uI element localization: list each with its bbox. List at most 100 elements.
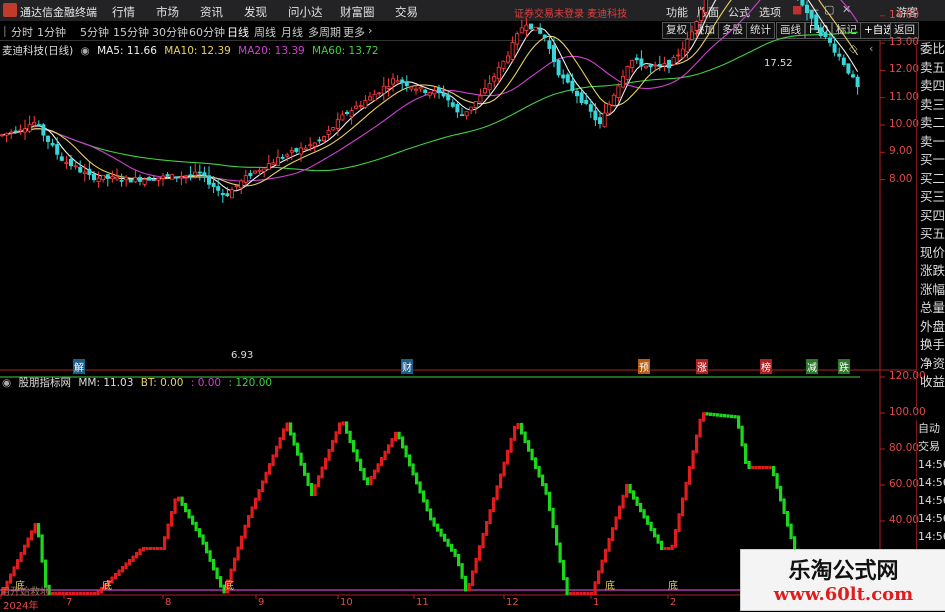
- quote-panel-item[interactable]: 委比: [917, 40, 945, 59]
- tick-panel-item: 14:56: [918, 458, 945, 471]
- indicator-step: [285, 422, 289, 432]
- tab-weekly[interactable]: 周线: [254, 24, 276, 40]
- candle-body: [151, 179, 156, 181]
- quote-panel-item[interactable]: 卖五: [917, 59, 945, 78]
- fuquan-button[interactable]: 复权: [662, 22, 691, 39]
- window-indicator-icon[interactable]: ■: [792, 3, 802, 16]
- event-marker-zhang[interactable]: 涨: [696, 359, 708, 374]
- indicator-step: [544, 483, 548, 495]
- event-marker-jian[interactable]: 减: [806, 359, 818, 374]
- candle-body: [193, 171, 198, 176]
- quote-panel-item[interactable]: 换手: [917, 336, 945, 355]
- event-marker-die[interactable]: 跌: [838, 359, 850, 374]
- period-toolbar: | 分时 1分钟 5分钟 15分钟 30分钟 60分钟 日线 周线 月线 多周期…: [0, 21, 945, 41]
- diejia-button[interactable]: 叠加: [690, 22, 719, 39]
- tongji-button[interactable]: 统计: [746, 22, 775, 39]
- candle-body: [308, 144, 313, 147]
- tab-60min[interactable]: 60分钟: [189, 24, 225, 40]
- login-notice[interactable]: 证券交易未登录 麦迪科技: [514, 5, 627, 20]
- candle-body: [653, 64, 658, 67]
- menu-caifuquan[interactable]: 财富圈: [340, 4, 375, 20]
- ma5-label: MA5: 11.66: [97, 45, 157, 57]
- close-icon[interactable]: ✕: [842, 3, 851, 16]
- quote-panel-item[interactable]: 买五: [917, 225, 945, 244]
- menu-hangqing[interactable]: 行情: [112, 4, 135, 20]
- candle-body: [464, 111, 469, 117]
- indicator-step: [782, 498, 786, 514]
- event-marker-cai[interactable]: 财: [401, 359, 413, 374]
- quote-panel-item[interactable]: 外盘: [917, 318, 945, 337]
- indicator-step: [383, 450, 387, 460]
- quote-panel-item[interactable]: 净资: [917, 355, 945, 374]
- more-arrow-icon[interactable]: ›: [368, 24, 372, 37]
- menu-xuanxiang[interactable]: 选项: [759, 4, 781, 20]
- quote-panel-item[interactable]: 现价: [917, 244, 945, 263]
- indicator-toggle-icon[interactable]: ◉: [2, 377, 11, 389]
- menu-banmian[interactable]: 版面: [697, 4, 719, 20]
- candle-body: [455, 104, 460, 113]
- candle-body: [556, 59, 561, 76]
- candle-body: [13, 130, 18, 133]
- collapse-icon[interactable]: ‹: [869, 42, 873, 55]
- quote-panel-item[interactable]: 买一: [917, 151, 945, 170]
- menu-zixun[interactable]: 资讯: [200, 4, 223, 20]
- quote-panel-item[interactable]: 买四: [917, 207, 945, 226]
- candle-body: [119, 179, 124, 182]
- menu-gongshi[interactable]: 公式: [728, 4, 750, 20]
- quote-panel-item[interactable]: 涨幅: [917, 281, 945, 300]
- tab-monthly[interactable]: 月线: [281, 24, 303, 40]
- f10-button[interactable]: F10: [805, 22, 833, 39]
- tab-more[interactable]: 更多: [343, 24, 365, 40]
- event-marker-jie[interactable]: 解: [73, 359, 85, 374]
- tab-multi-period[interactable]: 多周期: [308, 24, 341, 40]
- quote-panel-item[interactable]: 总量: [917, 299, 945, 318]
- candle-body: [211, 182, 216, 188]
- menu-gongneng[interactable]: 功能: [666, 4, 688, 20]
- indicator-step: [156, 547, 160, 550]
- minimize-icon[interactable]: —: [808, 3, 819, 16]
- quote-panel-item[interactable]: 收益: [917, 373, 945, 392]
- event-marker-yu[interactable]: 预: [638, 359, 650, 374]
- menu-wenxiaoda[interactable]: 问小达: [288, 4, 323, 20]
- menu-shichang[interactable]: 市场: [156, 4, 179, 20]
- stock-name[interactable]: 麦迪科技(日线): [2, 45, 73, 57]
- menu-faxian[interactable]: 发现: [244, 4, 267, 20]
- quote-panel-item[interactable]: 买二: [917, 170, 945, 189]
- quote-panel-item[interactable]: 卖三: [917, 96, 945, 115]
- quote-panel-item[interactable]: 涨跌: [917, 262, 945, 281]
- bottom-marker-2: 底: [102, 581, 112, 592]
- indicator-step: [219, 576, 223, 588]
- indicator-step: [562, 559, 566, 581]
- indicator-step: [159, 547, 163, 550]
- indicator-step: [758, 466, 762, 469]
- tab-fenshi[interactable]: 分时: [11, 24, 33, 40]
- quote-panel-item[interactable]: 卖二: [917, 114, 945, 133]
- candle-body: [101, 174, 106, 181]
- indicator-step: [33, 523, 37, 534]
- indicator-step: [180, 496, 184, 506]
- indicator-step: [121, 566, 125, 573]
- candle-body: [570, 80, 575, 91]
- indicator-step: [775, 473, 779, 489]
- indicator-name[interactable]: 股朋指标网: [19, 377, 72, 389]
- quote-panel-item[interactable]: 卖四: [917, 77, 945, 96]
- indicator-step: [646, 515, 650, 525]
- tab-15min[interactable]: 15分钟: [113, 24, 149, 40]
- quote-panel-item[interactable]: 卖一: [917, 133, 945, 152]
- biaoji-button[interactable]: 标记: [832, 22, 861, 39]
- indicator-step: [481, 532, 485, 549]
- huaxian-button[interactable]: 画线: [776, 22, 805, 39]
- menu-jiaoyi[interactable]: 交易: [395, 4, 418, 20]
- tab-1min[interactable]: 1分钟: [37, 24, 66, 40]
- duogu-button[interactable]: 多股: [718, 22, 747, 39]
- indicator-legend: ◉ 股朋指标网 MM: 11.03 BT: 0.00 : 0.00 : 120.…: [2, 375, 276, 390]
- settings-icon[interactable]: ◇: [849, 42, 857, 55]
- indicator-step: [432, 517, 436, 527]
- legend-toggle-icon[interactable]: ◉: [81, 45, 90, 57]
- tab-daily[interactable]: 日线: [227, 24, 249, 40]
- maximize-icon[interactable]: ▢: [824, 3, 834, 16]
- event-marker-bang[interactable]: 榜: [760, 359, 772, 374]
- quote-panel-item[interactable]: 买三: [917, 188, 945, 207]
- tab-30min[interactable]: 30分钟: [152, 24, 188, 40]
- tab-5min[interactable]: 5分钟: [80, 24, 109, 40]
